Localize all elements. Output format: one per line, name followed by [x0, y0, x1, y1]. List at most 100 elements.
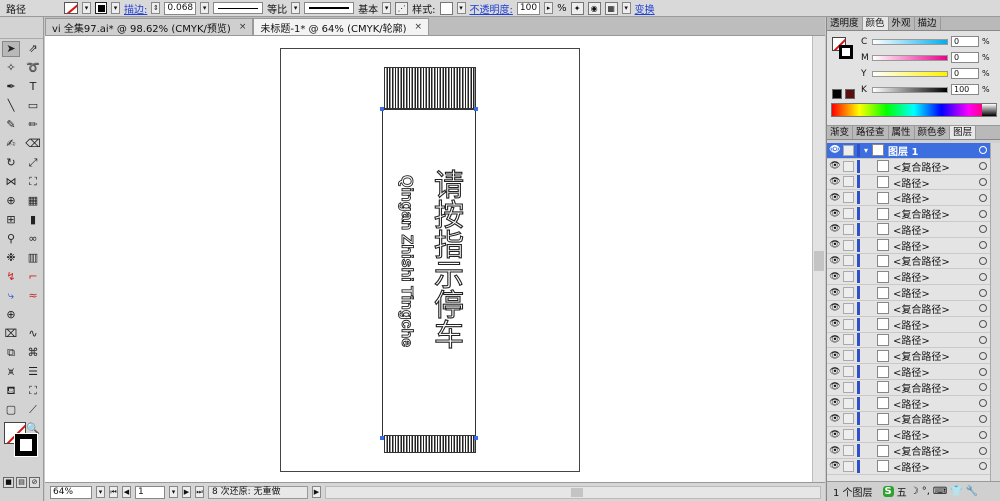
fill-stroke-selector[interactable] — [4, 422, 40, 458]
draw-normal-icon[interactable]: ⤷ — [2, 288, 20, 304]
item-name[interactable]: <路径> — [893, 332, 979, 347]
lock-toggle[interactable] — [843, 460, 854, 472]
visibility-eye-icon[interactable]: 👁 — [827, 209, 843, 219]
layer-item-row[interactable]: 👁 <路径> — [827, 459, 1000, 475]
anchor-point[interactable] — [474, 436, 478, 440]
visibility-eye-icon[interactable]: 👁 — [827, 430, 843, 440]
target-circle-icon[interactable] — [979, 288, 987, 297]
anchor-point[interactable] — [380, 436, 384, 440]
tab-gradient[interactable]: 渐变 — [827, 126, 854, 139]
channel-value[interactable]: 0 — [951, 36, 979, 47]
target-circle-icon[interactable] — [979, 162, 987, 171]
rotate-tool-icon[interactable]: ↻ — [2, 155, 20, 171]
out-of-gamut-swatch[interactable] — [845, 89, 855, 99]
item-name[interactable]: <路径> — [893, 238, 979, 253]
item-name[interactable]: <路径> — [893, 190, 979, 205]
layer-item-row[interactable]: 👁 <路径> — [827, 285, 1000, 301]
target-circle-icon[interactable] — [979, 272, 987, 281]
layer-item-row[interactable]: 👁 <复合路径> — [827, 380, 1000, 396]
shape-builder-tool-icon[interactable]: ⊕ — [2, 193, 20, 209]
gradient-tool-icon[interactable]: ▮ — [24, 212, 42, 228]
item-name[interactable]: <路径> — [893, 427, 979, 442]
target-circle-icon[interactable] — [979, 256, 987, 265]
visibility-eye-icon[interactable]: 👁 — [827, 414, 843, 424]
expand-triangle-icon[interactable]: ▾ — [864, 146, 868, 155]
scroll-thumb[interactable] — [571, 487, 583, 497]
ime-punct-icon[interactable]: °, — [922, 486, 930, 497]
graphic-style-icon[interactable]: ⋰ — [395, 1, 409, 15]
layer-item-row[interactable]: 👁 <路径> — [827, 364, 1000, 380]
visibility-eye-icon[interactable]: 👁 — [827, 145, 843, 155]
top-stripe-pattern[interactable] — [384, 67, 476, 109]
blend-tool-icon[interactable]: ∞ — [24, 231, 42, 247]
lock-toggle[interactable] — [843, 176, 854, 188]
tab-color-guide[interactable]: 颜色参 — [915, 126, 951, 139]
item-name[interactable]: <路径> — [893, 222, 979, 237]
item-name[interactable]: <复合路径> — [893, 253, 979, 268]
artboard-tool-icon[interactable]: ↯ — [2, 269, 20, 285]
none-mode-icon[interactable]: ⊘ — [29, 477, 40, 488]
sign-chinese-text[interactable]: 请按指示停车 — [421, 168, 463, 349]
target-circle-icon[interactable] — [979, 446, 987, 455]
tab-color[interactable]: 颜色 — [862, 17, 889, 30]
target-circle-icon[interactable] — [979, 383, 987, 392]
visibility-eye-icon[interactable]: 👁 — [827, 461, 843, 471]
lock-toggle[interactable] — [843, 318, 854, 330]
lock-toggle[interactable] — [843, 192, 854, 204]
lock-toggle[interactable] — [843, 160, 854, 172]
lock-toggle[interactable] — [843, 366, 854, 378]
align-dropdown[interactable]: ▾ — [621, 2, 631, 14]
item-name[interactable]: <复合路径> — [893, 443, 979, 458]
item-name[interactable]: <复合路径> — [893, 301, 979, 316]
stroke-label[interactable]: 描边: — [124, 1, 147, 16]
target-circle-icon[interactable] — [979, 351, 987, 360]
lock-toggle[interactable] — [843, 381, 854, 393]
lock-toggle[interactable] — [843, 334, 854, 346]
visibility-eye-icon[interactable]: 👁 — [827, 335, 843, 345]
item-name[interactable]: <路径> — [893, 317, 979, 332]
target-circle-icon[interactable] — [979, 399, 987, 408]
transform-link[interactable]: 变换 — [635, 1, 655, 16]
bottom-stripe-pattern[interactable] — [384, 435, 476, 453]
anchor-point[interactable] — [380, 107, 384, 111]
visibility-eye-icon[interactable]: 👁 — [827, 256, 843, 266]
next-artboard-icon[interactable]: ▶ — [182, 486, 191, 498]
target-circle-icon[interactable] — [979, 209, 987, 218]
stroke-weight-field[interactable]: 0.068 — [164, 1, 197, 15]
artboard-dropdown[interactable]: ▾ — [169, 486, 178, 498]
channel-value[interactable]: 0 — [951, 68, 979, 79]
visibility-eye-icon[interactable]: 👁 — [827, 319, 843, 329]
stroke-indicator[interactable] — [14, 433, 38, 457]
target-circle-icon[interactable] — [979, 177, 987, 186]
stroke-stepper[interactable]: ⇕ — [151, 2, 161, 14]
symbol-sprayer-tool-icon[interactable]: ❉ — [2, 250, 20, 266]
document-tab-active[interactable]: 未标题-1* @ 64% (CMYK/轮廓) × — [253, 18, 430, 35]
status-menu-icon[interactable]: ▶ — [312, 486, 321, 498]
slider-track[interactable] — [872, 70, 948, 77]
lock-toggle[interactable] — [843, 413, 854, 425]
variable-width-profile[interactable] — [213, 2, 264, 14]
visibility-eye-icon[interactable]: 👁 — [827, 240, 843, 250]
brush-dropdown[interactable]: ▾ — [382, 2, 392, 14]
tab-attributes[interactable]: 属性 — [889, 126, 915, 139]
item-name[interactable]: <复合路径> — [893, 159, 979, 174]
opacity-label[interactable]: 不透明度: — [470, 1, 513, 16]
layer-item-row[interactable]: 👁 <路径> — [827, 238, 1000, 254]
layer-item-row[interactable]: 👁 <复合路径> — [827, 301, 1000, 317]
ime-mode[interactable]: 五 — [897, 484, 907, 499]
lock-toggle[interactable] — [843, 144, 854, 156]
lock-toggle[interactable] — [843, 302, 854, 314]
perspective-grid-tool-icon[interactable]: ▦ — [24, 193, 42, 209]
selection-tool-icon[interactable]: ➤ — [2, 41, 20, 57]
vertical-scrollbar[interactable] — [812, 36, 825, 482]
layer-item-row[interactable]: 👁 <路径> — [827, 190, 1000, 207]
lock-toggle[interactable] — [843, 239, 854, 251]
visibility-eye-icon[interactable]: 👁 — [827, 367, 843, 377]
target-circle-icon[interactable] — [979, 367, 987, 376]
live-paint-bucket-icon[interactable]: ⛾ — [2, 383, 20, 399]
eraser-tool-icon[interactable]: ⌫ — [24, 136, 42, 152]
envelope-tool-icon[interactable]: ⌧ — [2, 326, 20, 342]
layer-item-row[interactable]: 👁 <路径> — [827, 396, 1000, 412]
last-artboard-icon[interactable]: ⏭ — [195, 486, 204, 498]
line-tool-icon[interactable]: ╲ — [2, 98, 20, 114]
